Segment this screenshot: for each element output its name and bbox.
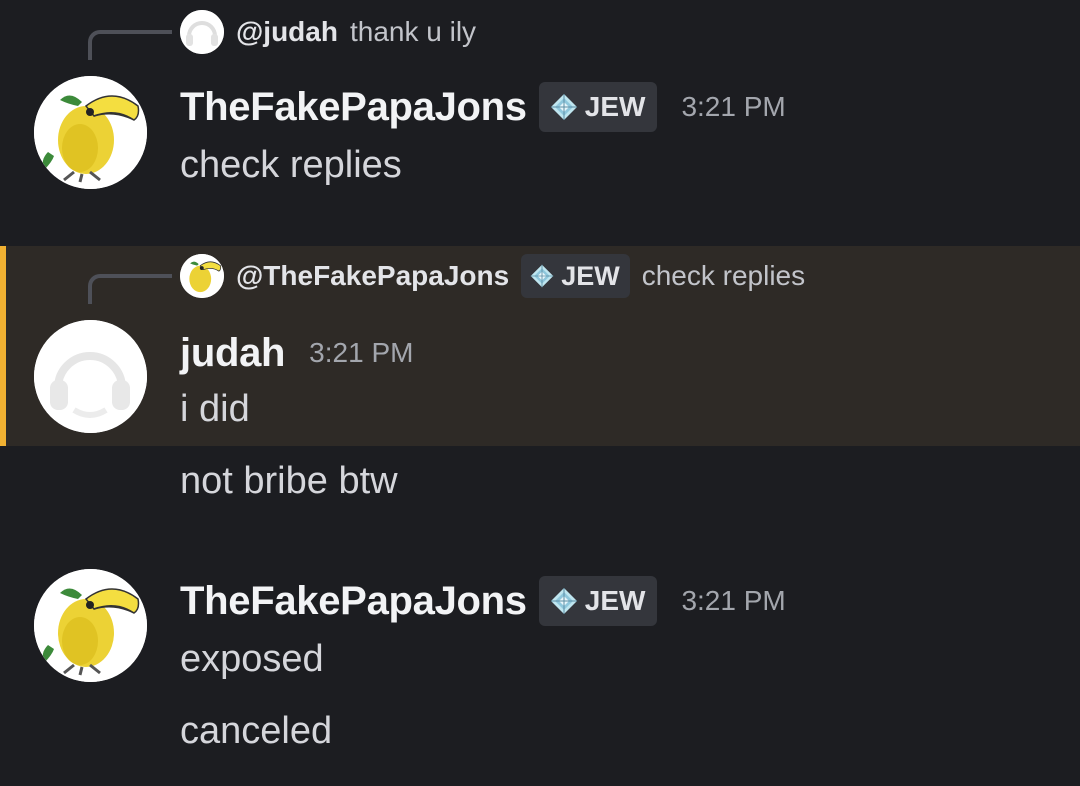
toucan-avatar-icon[interactable] — [34, 76, 147, 189]
message-group-1: @judah thank u ily TheFakePapaJons JEW 3… — [0, 0, 1080, 246]
message-content[interactable]: canceled — [180, 710, 332, 753]
reply-text[interactable]: thank u ily — [350, 16, 476, 48]
timestamp[interactable]: 3:21 PM — [681, 585, 785, 617]
message-group-3: TheFakePapaJons JEW 3:21 PM exposed canc… — [0, 550, 1080, 786]
diamond-gem-icon — [550, 94, 577, 120]
message-header: TheFakePapaJons JEW 3:21 PM — [180, 80, 786, 134]
message-group-2: @TheFakePapaJons JEW check replies judah… — [0, 246, 1080, 446]
timestamp[interactable]: 3:21 PM — [309, 337, 413, 369]
timestamp[interactable]: 3:21 PM — [681, 91, 785, 123]
message-content[interactable]: i did — [180, 388, 250, 431]
mention-highlight-bar — [0, 246, 6, 446]
author-username[interactable]: TheFakePapaJons — [180, 85, 527, 130]
toucan-avatar-icon[interactable] — [180, 254, 224, 298]
headphones-avatar-icon[interactable] — [180, 10, 224, 54]
diamond-gem-icon — [550, 588, 577, 614]
reply-text[interactable]: check replies — [642, 260, 805, 292]
reply-username[interactable]: @judah — [236, 16, 338, 48]
reply-username[interactable]: @TheFakePapaJons — [236, 260, 509, 292]
role-tag[interactable]: JEW — [538, 82, 658, 132]
message-content[interactable]: not bribe btw — [180, 460, 398, 503]
role-tag-label: JEW — [584, 91, 646, 122]
message-header: TheFakePapaJons JEW 3:21 PM — [180, 574, 786, 628]
role-tag[interactable]: JEW — [521, 254, 630, 298]
message-header: judah 3:21 PM — [180, 326, 413, 380]
message-content[interactable]: check replies — [180, 144, 402, 187]
role-tag-label: JEW — [561, 260, 620, 291]
reply-connector — [88, 274, 172, 304]
author-username[interactable]: judah — [180, 331, 285, 376]
reply-preview[interactable]: @judah thank u ily — [180, 10, 476, 54]
role-tag-label: JEW — [584, 585, 646, 616]
author-username[interactable]: TheFakePapaJons — [180, 579, 527, 624]
diamond-gem-icon — [530, 264, 554, 288]
headphones-avatar-icon[interactable] — [34, 320, 147, 433]
reply-connector — [88, 30, 172, 60]
toucan-avatar-icon[interactable] — [34, 569, 147, 682]
role-tag[interactable]: JEW — [538, 576, 658, 626]
message-content[interactable]: exposed — [180, 638, 324, 681]
reply-preview[interactable]: @TheFakePapaJons JEW check replies — [180, 254, 805, 298]
